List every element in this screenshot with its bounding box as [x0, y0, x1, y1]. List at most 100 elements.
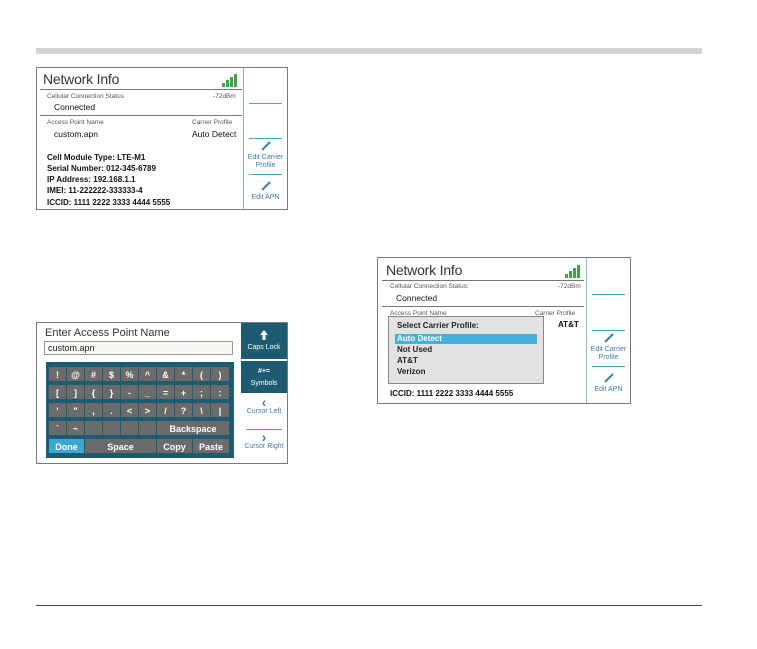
option-auto-detect[interactable]: Auto Detect — [395, 334, 537, 344]
done-key[interactable]: Done — [48, 438, 85, 454]
key-blank[interactable] — [84, 420, 103, 436]
key[interactable]: { — [84, 384, 103, 400]
key[interactable]: : — [210, 384, 230, 400]
apn-value: custom.apn — [54, 129, 98, 139]
option-verizon[interactable]: Verizon — [395, 367, 537, 377]
edit-carrier-profile-button[interactable]: Edit Carrier Profile — [587, 332, 630, 362]
edit-carrier-profile-label: Edit Carrier Profile — [590, 346, 627, 361]
info-imei: IMEI: 11-222222-333333-4 — [47, 186, 143, 195]
carrier-profile-value: Auto Detect — [192, 129, 237, 139]
option-not-used[interactable]: Not Used — [395, 345, 537, 355]
key[interactable]: ( — [192, 366, 211, 382]
key[interactable]: ? — [174, 402, 193, 418]
pencil-icon — [603, 333, 614, 343]
divider — [382, 306, 584, 307]
key[interactable]: & — [156, 366, 175, 382]
edit-apn-label: Edit APN — [594, 386, 623, 393]
edit-carrier-profile-label: Edit Carrier Profile — [247, 154, 284, 169]
key-blank[interactable] — [120, 420, 139, 436]
edit-apn-label: Edit APN — [251, 194, 280, 201]
key[interactable]: ! — [48, 366, 67, 382]
key[interactable]: ] — [66, 384, 85, 400]
bottom-rule — [36, 605, 702, 606]
key[interactable]: \ — [192, 402, 211, 418]
key[interactable]: ~ — [66, 420, 85, 436]
top-rule — [36, 48, 702, 54]
cursor-left-label: Cursor Left — [246, 408, 282, 415]
paste-key[interactable]: Paste — [192, 438, 230, 454]
carrier-profile-value: AT&T — [558, 320, 579, 329]
arrow-up-icon — [260, 330, 268, 340]
pencil-icon — [260, 141, 271, 151]
key[interactable]: " — [66, 402, 85, 418]
option-att[interactable]: AT&T — [395, 356, 537, 366]
symbols-button[interactable]: #+= Symbols — [241, 361, 287, 393]
caps-lock-button[interactable]: Caps Lock — [241, 323, 287, 359]
screen-title: Network Info — [43, 71, 120, 87]
divider — [40, 89, 242, 90]
apn-input[interactable]: custom.apn — [44, 341, 233, 355]
backspace-key[interactable]: Backspace — [156, 420, 230, 436]
symbol-keyboard: ! @ # $ % ^ & * ( ) [ ] { } - _ = + ; : … — [46, 362, 234, 458]
side-button-panel: Edit Carrier Profile Edit APN — [243, 68, 287, 209]
edit-apn-button[interactable]: Edit APN — [244, 180, 287, 202]
keyboard-side-panel: Caps Lock #+= Symbols ‹ Cursor Left › Cu… — [241, 323, 287, 463]
enter-apn-keyboard-screen: Enter Access Point Name custom.apn ! @ #… — [36, 322, 288, 464]
key[interactable]: ; — [192, 384, 211, 400]
info-iccid: ICCID: 1111 2222 3333 4444 5555 — [47, 198, 171, 207]
cursor-right-label: Cursor Right — [244, 443, 284, 450]
screen-title: Network Info — [386, 262, 463, 278]
edit-carrier-profile-button[interactable]: Edit Carrier Profile — [244, 140, 287, 170]
copy-key[interactable]: Copy — [156, 438, 193, 454]
key[interactable]: < — [120, 402, 139, 418]
key[interactable]: . — [102, 402, 121, 418]
key[interactable]: [ — [48, 384, 67, 400]
key[interactable]: ` — [48, 420, 67, 436]
key[interactable]: - — [120, 384, 139, 400]
key[interactable]: / — [156, 402, 175, 418]
space-key[interactable]: Space — [84, 438, 157, 454]
divider — [40, 115, 242, 116]
connection-status-label: Cellular Connection Status: — [390, 283, 469, 290]
key[interactable]: + — [174, 384, 193, 400]
chevron-right-icon: › — [261, 429, 267, 445]
info-iccid: ICCID: 1111 2222 3333 4444 5555 — [390, 389, 514, 398]
cursor-right-button[interactable]: › Cursor Right — [241, 429, 287, 451]
key[interactable]: % — [120, 366, 139, 382]
key[interactable]: ^ — [138, 366, 157, 382]
key[interactable]: * — [174, 366, 193, 382]
keyboard-title: Enter Access Point Name — [45, 327, 170, 339]
key[interactable]: ' — [48, 402, 67, 418]
info-serial-number: Serial Number: 012-345-6789 — [47, 164, 156, 173]
pencil-icon — [603, 373, 614, 383]
key[interactable]: > — [138, 402, 157, 418]
signal-strength-icon — [222, 73, 240, 87]
key[interactable]: | — [210, 402, 230, 418]
key-blank[interactable] — [138, 420, 157, 436]
connection-status-value: Connected — [396, 293, 438, 303]
carrier-profile-label: Carrier Profile — [192, 119, 233, 126]
key[interactable]: , — [84, 402, 103, 418]
signal-strength-icon — [565, 264, 583, 278]
caps-lock-label: Caps Lock — [247, 344, 281, 351]
key[interactable]: @ — [66, 366, 85, 382]
signal-dbm: -72dBm — [213, 93, 236, 100]
cursor-left-button[interactable]: ‹ Cursor Left — [241, 395, 287, 416]
network-info-carrier-screen: Network Info Cellular Connection Status:… — [377, 257, 631, 404]
pencil-icon — [260, 181, 271, 191]
symbols-icon: #+= — [257, 368, 271, 375]
side-button-panel: Edit Carrier Profile Edit APN — [586, 258, 630, 403]
key[interactable]: ) — [210, 366, 230, 382]
dropdown-title: Select Carrier Profile: — [397, 321, 479, 330]
key[interactable]: } — [102, 384, 121, 400]
key[interactable]: # — [84, 366, 103, 382]
key-blank[interactable] — [102, 420, 121, 436]
key[interactable]: = — [156, 384, 175, 400]
connection-status-value: Connected — [54, 102, 96, 112]
key[interactable]: _ — [138, 384, 157, 400]
divider — [382, 280, 584, 281]
symbols-label: Symbols — [250, 380, 278, 387]
edit-apn-button[interactable]: Edit APN — [587, 372, 630, 394]
key[interactable]: $ — [102, 366, 121, 382]
carrier-profile-dropdown[interactable]: Select Carrier Profile: Auto Detect Not … — [388, 316, 544, 384]
